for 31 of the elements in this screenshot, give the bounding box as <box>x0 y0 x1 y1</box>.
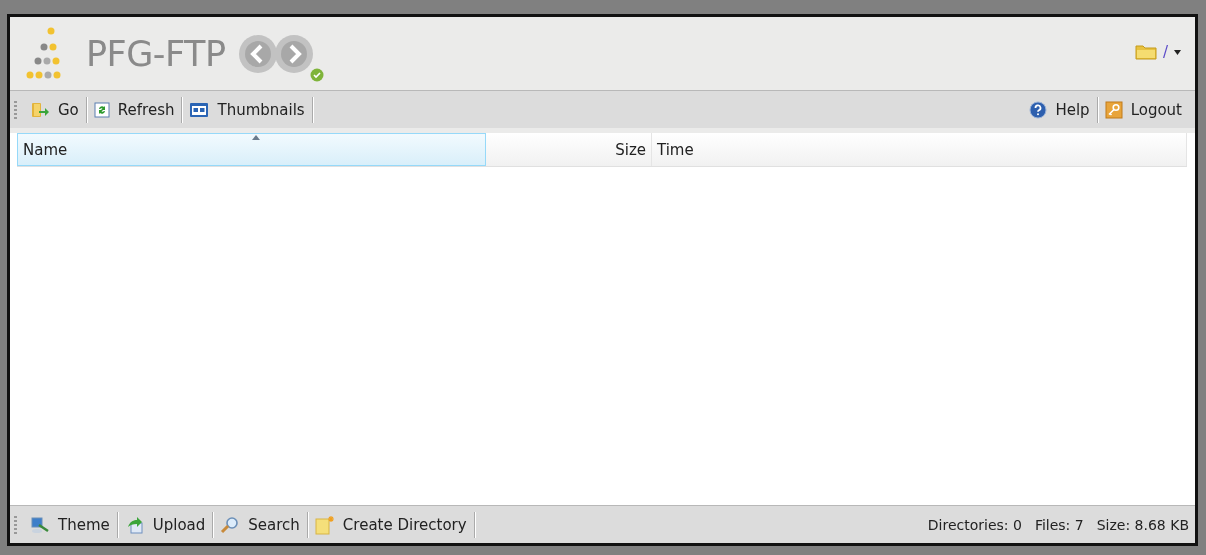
column-header[interactable]: Time <box>652 133 1187 166</box>
forward-button[interactable] <box>273 33 314 74</box>
create-directory-button[interactable]: Create Directory <box>307 511 474 538</box>
refresh-button[interactable]: Refresh <box>86 97 182 122</box>
status-text: Files: 7 <box>1034 516 1084 533</box>
new-folder-icon <box>314 514 335 535</box>
column-header[interactable]: Size <box>486 133 652 166</box>
go-button[interactable]: Go <box>23 97 86 122</box>
search-button[interactable]: Search <box>213 512 307 537</box>
theme-button[interactable]: Theme <box>23 512 117 537</box>
app-title: PFG-FTP <box>86 33 226 74</box>
folder-icon <box>1134 44 1157 60</box>
upload-button[interactable]: Upload <box>117 512 213 537</box>
path-dropdown[interactable]: / <box>1162 43 1168 61</box>
column-header[interactable]: Name <box>17 133 486 166</box>
help-button[interactable]: Help <box>1022 97 1097 122</box>
sort-arrow-icon <box>251 135 260 140</box>
monitor-brush-icon <box>30 515 50 534</box>
thumbnails-icon <box>189 101 210 118</box>
search-icon <box>220 515 241 534</box>
logout-button[interactable]: Logout <box>1097 97 1189 122</box>
status-text: Directories: 0 <box>927 516 1022 533</box>
thumbnails-button[interactable]: Thumbnails <box>182 97 312 122</box>
key-icon <box>1104 100 1123 119</box>
status-text: Size: 8.68 KB <box>1096 516 1189 533</box>
check-badge-icon <box>309 68 324 82</box>
dropdown-caret-icon[interactable] <box>1174 49 1181 55</box>
help-icon <box>1029 100 1048 119</box>
refresh-icon <box>93 101 110 118</box>
back-button[interactable] <box>237 33 278 74</box>
folder-arrow-icon <box>30 100 50 119</box>
